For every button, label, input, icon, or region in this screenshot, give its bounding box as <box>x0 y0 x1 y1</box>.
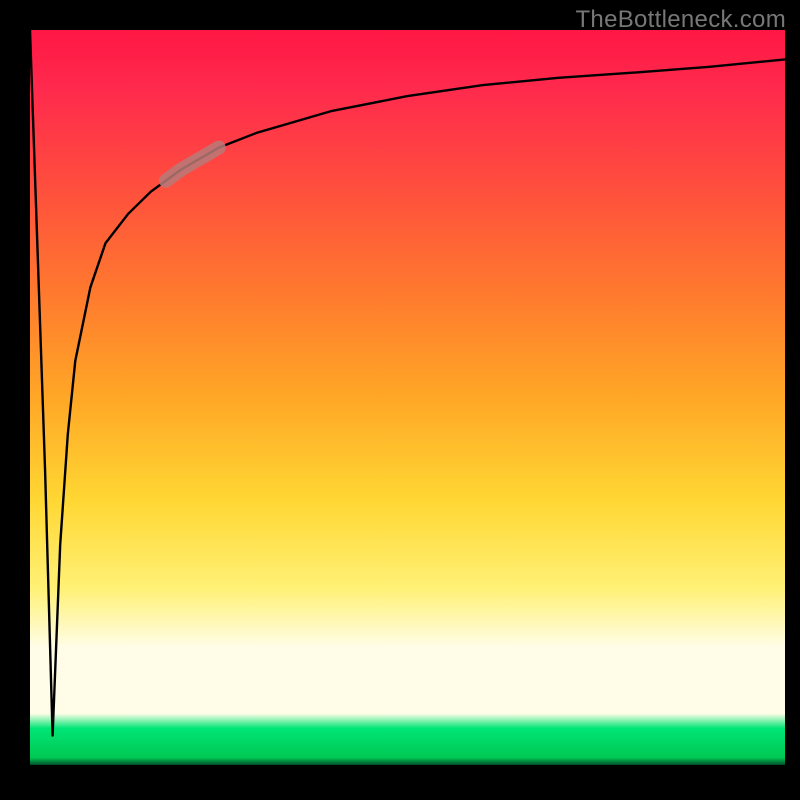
curve-svg <box>30 30 785 765</box>
bottleneck-curve-path <box>30 30 785 736</box>
plot-area <box>30 30 785 765</box>
chart-frame: TheBottleneck.com <box>0 0 800 800</box>
highlight-segment <box>166 148 219 181</box>
